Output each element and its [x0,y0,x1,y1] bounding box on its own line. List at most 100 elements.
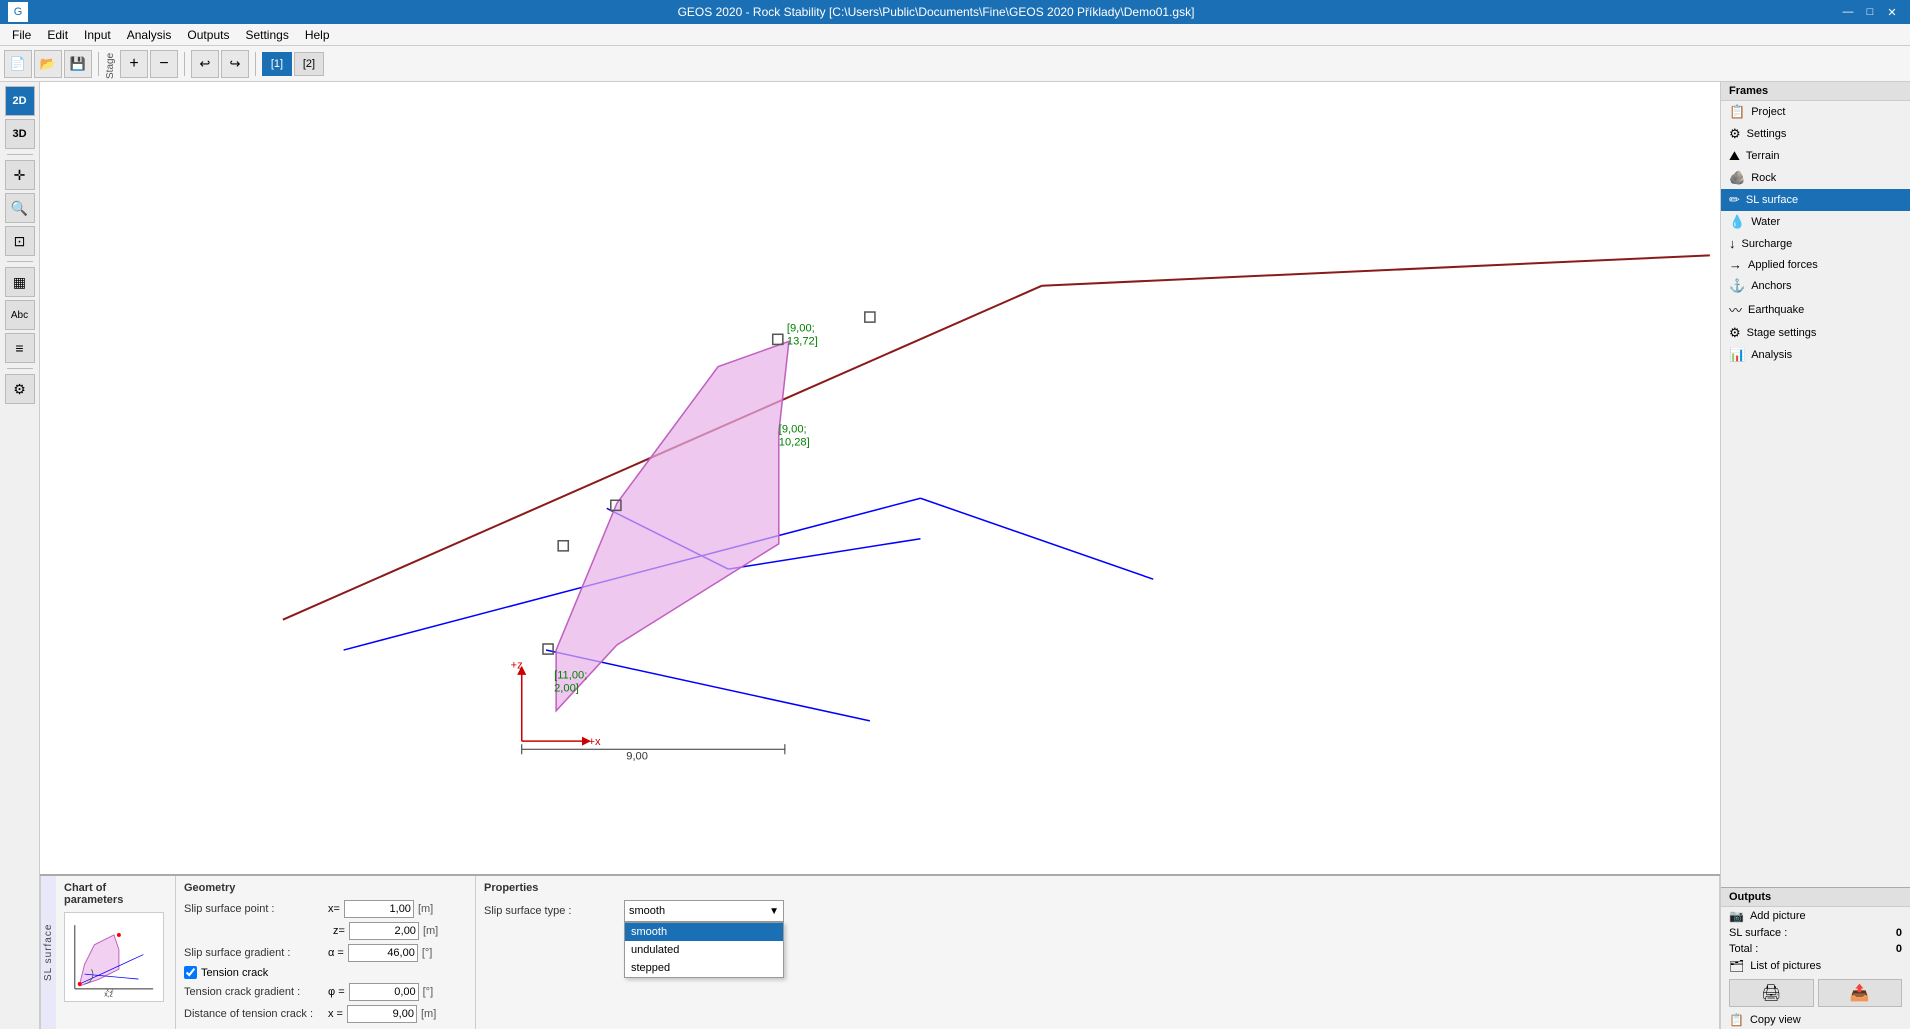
frames-list: 📋Project⚙Settings⛰Terrain🪨Rock✏SL surfac… [1721,101,1910,366]
btn-3d[interactable]: 3D [5,119,35,149]
phi-label: φ = [328,986,345,998]
save-button[interactable]: 💾 [64,50,92,78]
option-smooth[interactable]: smooth [625,923,783,941]
new-button[interactable]: 📄 [4,50,32,78]
option-undulated[interactable]: undulated [625,941,783,959]
menu-item-input[interactable]: Input [76,24,119,46]
frame-item-applied-forces[interactable]: →Applied forces [1721,254,1910,275]
tension-crack-checkbox[interactable] [184,966,197,979]
frame-icon: 💧 [1729,214,1745,230]
frame-label: Stage settings [1747,327,1817,339]
frame-label: Settings [1747,128,1787,140]
sl-surface-output-label: SL surface : [1729,927,1787,939]
toolbar-sep-3 [255,52,256,76]
remove-stage-button[interactable]: − [150,50,178,78]
frame-icon: ✏ [1729,192,1740,208]
gear-button[interactable]: ⚙ [5,374,35,404]
frames-header: Frames [1721,82,1910,101]
layers-button[interactable]: ≡ [5,333,35,363]
menu-item-outputs[interactable]: Outputs [179,24,237,46]
svg-text:[11,00;: [11,00; [554,669,587,681]
x-input[interactable] [344,900,414,918]
svg-text:[9,00;: [9,00; [787,322,815,334]
frame-item-anchors[interactable]: ⚓Anchors [1721,275,1910,297]
frame-item-settings[interactable]: ⚙Settings [1721,123,1910,145]
frame-label: Applied forces [1748,259,1818,271]
open-button[interactable]: 📂 [34,50,62,78]
svg-text:[9,00;: [9,00; [779,423,807,435]
canvas-area[interactable]: [9,00; 13,72] [9,00; 10,28] [11,00; 2,00… [40,82,1720,874]
dropdown-arrow-icon: ▼ [769,906,779,917]
slip-type-dropdown[interactable]: smooth ▼ smooth undulated stepped [624,900,784,922]
add-stage-button[interactable]: + [120,50,148,78]
frame-item-sl-surface[interactable]: ✏ SL surface [1721,189,1910,211]
frame-label: SL surface [1746,194,1798,206]
chart-title: Chart of parameters [64,882,167,906]
slip-surface-type-row: Slip surface type : smooth ▼ smooth undu… [484,900,1711,922]
select-button[interactable]: ⊡ [5,226,35,256]
menu-item-settings[interactable]: Settings [237,24,296,46]
frame-label: Anchors [1751,280,1791,292]
dist-x-label: x = [328,1008,343,1020]
total-output-value: 0 [1896,943,1902,955]
menu-item-analysis[interactable]: Analysis [119,24,180,46]
frame-icon: 🪨 [1729,170,1745,186]
alpha-input[interactable] [348,944,418,962]
menu-item-help[interactable]: Help [297,24,338,46]
frame-item-terrain[interactable]: ⛰Terrain [1721,145,1910,167]
redo-button[interactable]: ↪ [221,50,249,78]
btn-2d[interactable]: 2D [5,86,35,116]
tension-crack-row: Tension crack [184,966,467,979]
slip-type-select[interactable]: smooth ▼ [624,900,784,922]
bottom-panel: SL surface Chart of parameters x,z α [40,874,1720,1029]
frame-item-surcharge[interactable]: ↓Surcharge [1721,233,1910,254]
frame-item-stage-settings[interactable]: ⚙ Stage settings [1721,322,1910,344]
add-picture-label: Add picture [1750,910,1806,922]
tension-gradient-row: Tension crack gradient : φ = [°] [184,983,467,1001]
maximize-button[interactable]: □ [1860,3,1880,21]
frame-label: Water [1751,216,1780,228]
copy-view-row[interactable]: 📋 Copy view [1721,1011,1910,1029]
menu-item-edit[interactable]: Edit [39,24,76,46]
slip-gradient-row: Slip surface gradient : α = [°] [184,944,467,962]
abc-button[interactable]: Abc [5,300,35,330]
frame-item-rock[interactable]: 🪨Rock [1721,167,1910,189]
frame-item-earthquake[interactable]: 〰Earthquake [1721,297,1910,322]
option-stepped[interactable]: stepped [625,959,783,977]
frame-icon: 〰 [1729,300,1742,319]
z-input[interactable] [349,922,419,940]
menu-item-file[interactable]: File [4,24,39,46]
frame-icon: ⚙ [1729,325,1741,341]
properties-section: Properties Slip surface type : smooth ▼ … [476,876,1720,1029]
undo-button[interactable]: ↩ [191,50,219,78]
svg-text:2,00]: 2,00] [554,683,579,695]
slip-surface-point-row: Slip surface point : x= [m] [184,900,467,918]
total-output-row: Total : 0 [1721,941,1910,957]
left-sep-2 [7,261,33,262]
phi-input[interactable] [349,983,419,1001]
frame-item-water[interactable]: 💧 Water [1721,211,1910,233]
frame-item-project[interactable]: 📋Project [1721,101,1910,123]
export-button[interactable]: 📤 [1818,979,1903,1007]
frame-item-analysis[interactable]: 📊Analysis [1721,344,1910,366]
zoom-button[interactable]: 🔍 [5,193,35,223]
stage-1-button[interactable]: [1] [262,52,292,76]
slip-surface-type-label: Slip surface type : [484,905,624,917]
close-button[interactable]: ✕ [1882,3,1902,21]
add-picture-row[interactable]: 📷 Add picture [1721,907,1910,925]
list-of-pictures-row[interactable]: 🗂 List of pictures [1721,957,1910,975]
stage-2-button[interactable]: [2] [294,52,324,76]
tension-crack-label: Tension crack [201,967,268,979]
alpha-unit: [°] [422,947,433,959]
move-button[interactable]: ✛ [5,160,35,190]
frame-label: Terrain [1746,150,1780,162]
print-button[interactable]: 🖨 [1729,979,1814,1007]
distance-row: Distance of tension crack : x = [m] [184,1005,467,1023]
stage-label: Stage [105,49,116,79]
table-button[interactable]: ▦ [5,267,35,297]
minimize-button[interactable]: — [1838,3,1858,21]
add-picture-icon: 📷 [1729,909,1744,923]
svg-text:13,72]: 13,72] [787,335,818,347]
app-icon: G [8,2,28,22]
dist-input[interactable] [347,1005,417,1023]
